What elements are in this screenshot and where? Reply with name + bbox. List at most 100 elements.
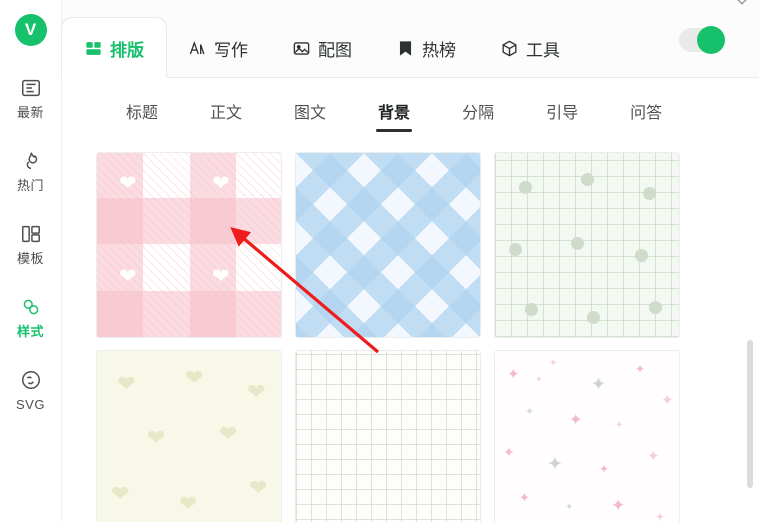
dot-shape	[519, 181, 532, 194]
top-bar: 排版 写作 配图 热榜 工具	[62, 0, 759, 78]
background-fine-grid[interactable]	[295, 350, 481, 522]
dot-shape	[581, 173, 594, 186]
window-controls	[665, 0, 751, 11]
star-icon: ✦	[611, 496, 626, 515]
rank-icon	[396, 39, 415, 58]
background-cream-hearts[interactable]: ❤ ❤ ❤ ❤ ❤ ❤ ❤ ❤	[96, 350, 282, 522]
heart-icon: ❤	[111, 481, 130, 506]
star-icon: ✦	[547, 454, 563, 475]
sidebar-item-style[interactable]: 样式	[0, 287, 62, 344]
tab-label: 写作	[214, 40, 248, 60]
fire-icon	[18, 148, 44, 174]
sidebar-item-label: 热门	[16, 178, 44, 193]
star-icon: ✦	[525, 406, 535, 418]
image-icon	[292, 39, 311, 58]
subtab-label: 正文	[210, 105, 243, 122]
dot-shape	[587, 311, 600, 324]
background-pink-stars[interactable]: ✦ ✦ ✦ ✦ ✦ ✦ ✦ ✦ ✦ ✦ ✦ ✦ ✦ ✦ ✦ ✦ ✦	[494, 350, 680, 522]
heart-icon: ❤	[212, 265, 230, 288]
left-sidebar: V 最新 热门 模板 样式 SVG	[0, 0, 62, 522]
tab-xiezuo[interactable]: 写作	[166, 18, 270, 78]
dot-shape	[525, 303, 538, 316]
dot-shape	[649, 301, 662, 314]
heart-icon: ❤	[219, 421, 238, 446]
tab-rebang[interactable]: 热榜	[374, 18, 478, 78]
subtab-label: 问答	[630, 105, 663, 122]
news-icon	[18, 75, 44, 101]
swatch-preview: ❤ ❤ ❤ ❤	[97, 153, 281, 337]
gallery-scrollbar[interactable]	[747, 340, 753, 488]
sidebar-item-hot[interactable]: 热门	[0, 141, 62, 198]
dot-shape	[509, 243, 522, 256]
category-tab-bar: 标题 正文 图文 背景 分隔 引导 问答	[62, 78, 759, 144]
subtab-biaoti[interactable]: 标题	[100, 90, 184, 132]
tab-label: 工具	[526, 40, 560, 60]
heart-icon: ❤	[185, 365, 204, 390]
star-icon: ✦	[519, 490, 530, 505]
heart-icon: ❤	[119, 265, 137, 288]
star-icon: ✦	[615, 420, 624, 431]
subtab-tuwen[interactable]: 图文	[268, 90, 352, 132]
heart-icon: ❤	[179, 491, 198, 516]
main-tab-bar: 排版 写作 配图 热榜 工具	[62, 18, 759, 78]
template-icon	[18, 221, 44, 247]
sidebar-item-label: SVG	[16, 397, 45, 412]
subtab-beijing[interactable]: 背景	[352, 90, 436, 132]
tab-label: 热榜	[422, 40, 456, 60]
subtab-label: 引导	[546, 105, 579, 122]
toggle-knob	[697, 26, 725, 54]
background-blue-argyle[interactable]	[295, 152, 481, 338]
heart-icon: ❤	[212, 172, 230, 195]
layout-icon	[84, 39, 103, 58]
subtab-fenge[interactable]: 分隔	[436, 90, 520, 132]
star-icon: ✦	[647, 448, 660, 465]
star-icon: ✦	[655, 510, 666, 522]
restore-icon[interactable]	[699, 0, 715, 11]
subtab-yindao[interactable]: 引导	[520, 90, 604, 132]
star-icon: ✦	[635, 362, 646, 376]
swatch-preview	[296, 153, 480, 337]
subtab-zhengwen[interactable]: 正文	[184, 90, 268, 132]
background-pink-plaid-hearts[interactable]: ❤ ❤ ❤ ❤	[96, 152, 282, 338]
tab-label: 配图	[318, 40, 352, 60]
heart-icon: ❤	[249, 475, 268, 500]
star-icon: ✦	[565, 502, 574, 513]
subtab-wenda[interactable]: 问答	[604, 90, 688, 132]
subtab-label: 标题	[126, 105, 159, 122]
gallery-grid: ❤ ❤ ❤ ❤ ❤ ❤ ❤ ❤ ❤ ❤ ❤ ❤ ✦ ✦ ✦ ✦ ✦ ✦ ✦ ✦ …	[96, 152, 726, 522]
subtab-label: 图文	[294, 105, 327, 122]
close-icon[interactable]	[733, 0, 751, 11]
star-icon: ✦	[535, 374, 543, 384]
box-icon	[500, 39, 519, 58]
star-icon: ✦	[507, 366, 520, 383]
preview-toggle[interactable]	[679, 26, 725, 54]
sidebar-item-label: 模板	[16, 251, 44, 266]
heart-icon: ❤	[119, 172, 137, 195]
tab-peitu[interactable]: 配图	[270, 18, 374, 78]
sidebar-item-label: 最新	[16, 105, 44, 120]
sidebar-item-latest[interactable]: 最新	[0, 68, 62, 125]
app-logo[interactable]: V	[14, 14, 47, 46]
star-icon: ✦	[591, 374, 607, 394]
dot-shape	[635, 249, 648, 262]
sidebar-item-svg[interactable]: SVG	[0, 360, 62, 417]
tab-gongju[interactable]: 工具	[478, 18, 582, 78]
style-icon	[18, 294, 44, 320]
tab-label: 排版	[110, 40, 144, 60]
pen-icon	[188, 39, 207, 58]
background-gallery: ❤ ❤ ❤ ❤ ❤ ❤ ❤ ❤ ❤ ❤ ❤ ❤ ✦ ✦ ✦ ✦ ✦ ✦ ✦ ✦ …	[62, 144, 759, 522]
swatch-preview: ✦ ✦ ✦ ✦ ✦ ✦ ✦ ✦ ✦ ✦ ✦ ✦ ✦ ✦ ✦ ✦ ✦	[495, 351, 679, 522]
background-green-dot-grid[interactable]	[494, 152, 680, 338]
subtab-label: 分隔	[462, 105, 495, 122]
app-window: V 最新 热门 模板 样式 SVG 排版 写作 配图 热榜 工具 标题 正文 图…	[0, 0, 759, 522]
minimize-icon[interactable]	[665, 0, 681, 11]
dot-shape	[571, 237, 584, 250]
star-icon: ✦	[549, 358, 558, 369]
star-icon: ✦	[661, 392, 674, 409]
sidebar-item-template[interactable]: 模板	[0, 214, 62, 271]
heart-icon: ❤	[147, 425, 166, 450]
sidebar-item-label: 样式	[16, 324, 44, 339]
star-icon: ✦	[569, 412, 583, 429]
tab-paiban[interactable]: 排版	[62, 18, 166, 78]
swatch-preview	[495, 153, 679, 337]
